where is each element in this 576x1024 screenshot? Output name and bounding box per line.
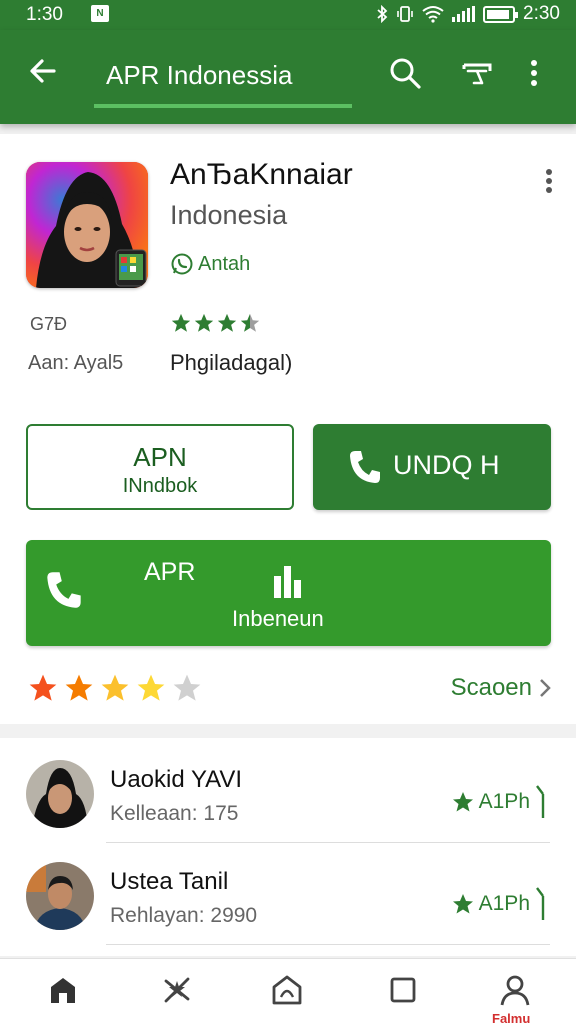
star-icon	[452, 894, 473, 914]
notification-icon: N	[91, 5, 109, 22]
app-size: G7Ð	[30, 314, 68, 334]
star-icon	[194, 313, 214, 332]
status-bar: 1:30 N 2:30	[0, 0, 576, 30]
install-button-label: APN	[133, 442, 187, 472]
app-rating-stars	[170, 312, 261, 334]
star-icon[interactable]	[134, 672, 168, 704]
see-reviews-link[interactable]: Scaoen	[451, 674, 552, 702]
call-button[interactable]: UNDQ H	[313, 424, 551, 510]
app-name: AnЂaKnnaiar	[170, 158, 353, 191]
search-icon[interactable]	[388, 56, 422, 90]
divider	[106, 842, 550, 843]
app-more-icon[interactable]	[544, 168, 554, 194]
app-category: Aan: Ayal5	[28, 352, 124, 374]
list-item[interactable]: Ustea Tanil Rehlayan: 2990 A1Ph	[0, 844, 576, 944]
wifi-icon	[422, 6, 444, 23]
bluetooth-icon	[377, 5, 388, 23]
shop-icon[interactable]	[270, 973, 304, 1007]
app-icon-image	[26, 162, 148, 288]
whatsapp-icon	[171, 253, 193, 275]
app-bar: APR Indonessia	[0, 30, 576, 124]
nav-label-profile: Falmu	[492, 1011, 531, 1024]
square-icon[interactable]	[386, 973, 420, 1007]
divider	[106, 944, 550, 945]
star-icon	[171, 313, 191, 332]
reviewer-meta: Rehlayan: 2990	[110, 904, 258, 927]
developer-name[interactable]: Indonesia	[170, 200, 287, 231]
review-rating: A1Ph	[451, 886, 546, 922]
star-icon[interactable]	[62, 672, 96, 704]
status-time-right: 2:30	[523, 3, 560, 24]
reviewer-name: Ustea Tanil	[110, 868, 229, 895]
reviewer-name: Uaokid YAVI	[110, 766, 243, 793]
more-vert-icon[interactable]	[525, 56, 543, 90]
user-rating-stars[interactable]	[26, 672, 204, 704]
review-rating: A1Ph	[451, 784, 546, 820]
title-underline	[94, 104, 352, 108]
star-icon[interactable]	[98, 672, 132, 704]
signal-icon	[452, 6, 476, 22]
review-rating-label: A1Ph	[478, 892, 530, 915]
back-arrow-icon[interactable]	[26, 54, 60, 88]
chevron-right-icon	[540, 679, 551, 697]
status-time-left: 1:30	[26, 4, 63, 25]
reviewer-meta: Kelleaan: 175	[110, 802, 239, 825]
bar-chart-icon	[274, 566, 301, 598]
star-icon[interactable]	[26, 672, 60, 704]
reviews-list: Uaokid YAVI Kelleaan: 175 A1Ph Ustea Tan…	[0, 738, 576, 956]
page-title: APR Indonessia	[106, 60, 293, 90]
avatar	[26, 760, 94, 828]
cast-icon[interactable]	[460, 56, 494, 90]
person-icon[interactable]	[498, 973, 532, 1007]
star-icon	[452, 792, 473, 812]
star-empty-icon[interactable]	[170, 672, 204, 704]
home-icon[interactable]	[46, 973, 80, 1007]
install-button-sublabel: INndbok	[122, 475, 198, 497]
phone-icon	[47, 572, 81, 608]
open-button-sublabel: Inbeneun	[232, 606, 324, 631]
see-reviews-label: Scaoen	[450, 674, 532, 701]
vibrate-icon	[397, 6, 413, 22]
chevron-right-icon	[536, 887, 545, 920]
install-button[interactable]: APN INndbok	[26, 424, 294, 510]
open-button[interactable]: APR Inbeneun	[26, 540, 551, 646]
review-rating-label: A1Ph	[478, 790, 530, 813]
app-publisher: Phgiladagal)	[170, 350, 293, 375]
call-button-label: UNDQ H	[393, 450, 500, 480]
verified-badge: Antah	[170, 252, 250, 276]
open-button-label: APR	[144, 558, 196, 586]
avatar	[26, 862, 94, 930]
star-cross-icon[interactable]	[160, 973, 194, 1007]
chevron-right-icon	[536, 785, 545, 818]
star-icon	[217, 313, 237, 332]
app-card: AnЂaKnnaiar Indonesia Antah G7Ð Aan: Aya…	[0, 134, 576, 724]
list-item[interactable]: Uaokid YAVI Kelleaan: 175 A1Ph	[0, 742, 576, 842]
system-icons: 2:30	[376, 3, 560, 25]
bottom-nav: Falmu	[0, 958, 576, 1024]
badge-label: Antah	[198, 252, 251, 275]
phone-icon	[350, 451, 380, 483]
star-half-icon	[240, 313, 260, 332]
battery-icon	[483, 5, 519, 23]
